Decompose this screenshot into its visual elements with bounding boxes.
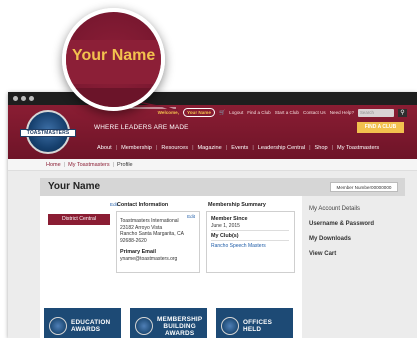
user-name-link[interactable]: Your Name xyxy=(183,108,215,117)
club-link[interactable]: Rancho Speech Masters xyxy=(211,243,266,249)
find-club-link[interactable]: Find a Club xyxy=(247,110,271,115)
breadcrumb: Home | My Toastmasters | Profile xyxy=(8,159,417,171)
logout-link[interactable]: Logout xyxy=(229,110,243,115)
member-since-value: June 1, 2015 xyxy=(211,222,240,229)
breadcrumb-separator: | xyxy=(63,162,66,168)
breadcrumb-current: Profile xyxy=(117,162,133,168)
welcome-text: Welcome, xyxy=(157,110,180,115)
nav-divider: | xyxy=(155,145,158,151)
toastmasters-logo[interactable]: TOASTMASTERS xyxy=(20,110,76,154)
tile-label-line: BUILDING xyxy=(163,322,196,330)
toastmasters-badge-icon xyxy=(49,317,67,335)
contact-street: 23182 Arroyo Vista xyxy=(120,224,163,231)
window-zoom-button[interactable] xyxy=(29,96,34,101)
nav-divider: | xyxy=(115,145,118,151)
sidebar-item-username-password[interactable]: Username & Password xyxy=(309,221,374,227)
membership-heading: Membership Summary xyxy=(208,202,266,208)
email-value: yname@toastmasters.org xyxy=(120,255,178,262)
divider xyxy=(211,230,289,231)
nav-divider: | xyxy=(192,145,194,151)
district-button[interactable]: District Central xyxy=(48,214,110,225)
search-icon[interactable]: ⚲ xyxy=(398,108,407,117)
find-club-button[interactable]: FIND A CLUB xyxy=(357,122,404,133)
nav-item-membership[interactable]: Membership xyxy=(117,145,156,151)
contact-heading: Contact Information xyxy=(117,202,169,208)
window-minimize-button[interactable] xyxy=(21,96,26,101)
sidebar-item-downloads[interactable]: My Downloads xyxy=(309,236,351,242)
toastmasters-badge-icon xyxy=(135,317,153,335)
tile-label-line: EDUCATION xyxy=(71,319,111,326)
tile-label-line: OFFICES xyxy=(243,319,273,326)
magnified-user-name: Your Name xyxy=(72,47,156,64)
magnifier-callout: Your Name xyxy=(62,8,165,111)
tile-label: OFFICES HELD xyxy=(243,308,272,338)
cart-icon[interactable]: 🛒 xyxy=(219,110,225,116)
tile-label-line: AWARDS xyxy=(165,329,195,337)
contact-org: Toastmasters International xyxy=(120,218,179,224)
tile-label-line: MEMBERSHIP xyxy=(157,315,203,323)
nav-divider: | xyxy=(225,145,228,151)
sidebar-item-account-details[interactable]: My Account Details xyxy=(309,206,360,212)
search-input[interactable]: Search xyxy=(358,108,394,117)
membership-building-awards-tile[interactable]: MEMBERSHIP BUILDING AWARDS xyxy=(130,308,207,338)
help-link[interactable]: Need Help? xyxy=(330,110,354,115)
nav-divider: | xyxy=(309,145,311,151)
contact-edit-link[interactable]: Edit xyxy=(187,214,195,219)
contact-zip: 92688-2620 xyxy=(120,237,147,244)
nav-item-leadership[interactable]: Leadership Central xyxy=(254,145,309,151)
nav-item-about[interactable]: About xyxy=(93,145,116,151)
breadcrumb-separator: | xyxy=(112,162,115,168)
education-awards-tile[interactable]: EDUCATION AWARDS xyxy=(44,308,121,338)
profile-header: Your Name Member Number00000000 xyxy=(40,178,405,196)
account-sidebar: My Account Details Username & Password M… xyxy=(302,196,405,338)
start-club-link[interactable]: Start a Club xyxy=(275,110,299,115)
breadcrumb-my-toastmasters[interactable]: My Toastmasters xyxy=(68,162,109,168)
window-close-button[interactable] xyxy=(13,96,18,101)
tile-label: MEMBERSHIP BUILDING AWARDS xyxy=(157,308,202,338)
contact-city: Rancho Santa Margarita, CA xyxy=(120,231,184,237)
tagline: WHERE LEADERS ARE MADE xyxy=(94,124,189,131)
member-number: Member Number00000000 xyxy=(330,182,398,192)
logo-wordmark: TOASTMASTERS xyxy=(20,129,76,137)
toastmasters-badge-icon xyxy=(221,317,239,335)
browser-window: Welcome, Your Name 🛒 Logout Find a Club … xyxy=(8,92,417,338)
page-title: Your Name xyxy=(48,181,101,192)
main-nav: About | Membership | Resources | Magazine | … xyxy=(93,145,383,151)
site-header: Welcome, Your Name 🛒 Logout Find a Club … xyxy=(8,105,417,159)
nav-item-events[interactable]: Events xyxy=(227,145,252,151)
nav-divider: | xyxy=(331,145,334,151)
utility-nav: Welcome, Your Name 🛒 Logout Find a Club … xyxy=(158,108,407,117)
nav-item-magazine[interactable]: Magazine xyxy=(194,145,226,151)
nav-divider: | xyxy=(252,145,254,151)
divider xyxy=(211,240,289,241)
email-label: Primary Email xyxy=(120,249,156,255)
sidebar-item-view-cart[interactable]: View Cart xyxy=(309,251,336,257)
nav-item-shop[interactable]: Shop xyxy=(311,145,332,151)
tile-label: EDUCATION AWARDS xyxy=(71,308,110,338)
breadcrumb-home[interactable]: Home xyxy=(46,162,61,168)
nav-item-my-toastmasters[interactable]: My Toastmasters xyxy=(333,145,383,151)
offices-held-tile[interactable]: OFFICES HELD xyxy=(216,308,293,338)
tile-label-line: HELD xyxy=(243,326,262,333)
nav-item-resources[interactable]: Resources xyxy=(157,145,192,151)
member-since-label: Member Since xyxy=(211,216,248,222)
tile-label-line: AWARDS xyxy=(71,326,101,333)
contact-link[interactable]: Contact Us xyxy=(303,110,326,115)
my-clubs-label: My Club(s) xyxy=(211,233,239,239)
